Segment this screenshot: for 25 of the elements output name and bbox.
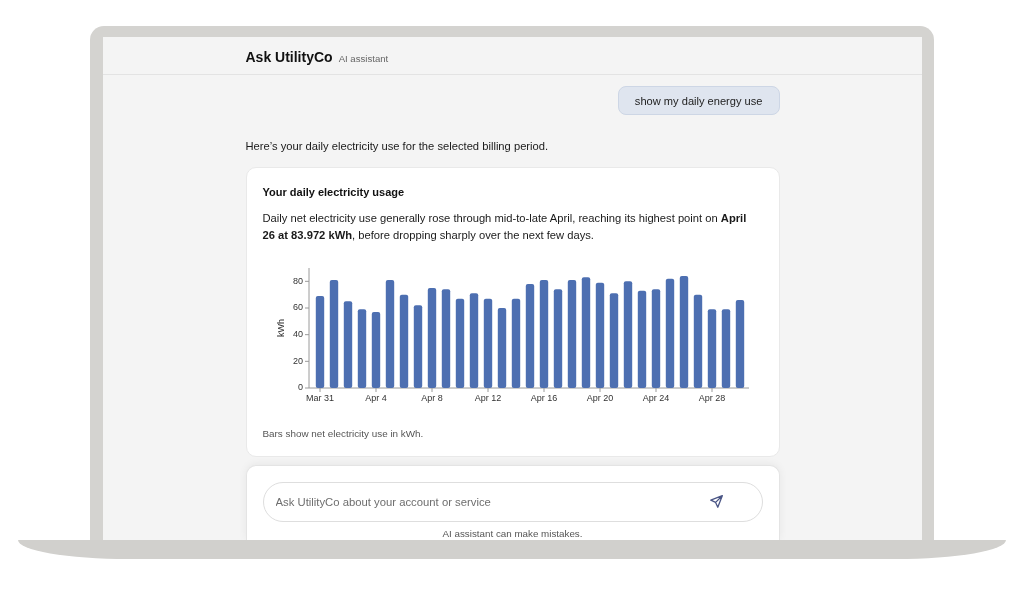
y-tick-label: 0: [297, 382, 303, 393]
y-tick-label: 20: [292, 355, 303, 366]
y-tick-label: 60: [292, 302, 303, 313]
y-axis-title: kWh: [275, 319, 286, 337]
card-title: Your daily electricity usage: [262, 185, 406, 200]
card-summary: Daily net electricity use generally rose through mid-to-late April, reaching its highest point on April 26 at 83.972 kWh, before dropping sharply over the next few days.: [262, 211, 748, 243]
send-button[interactable]: [709, 495, 723, 508]
x-tick-label: Apr 28: [698, 393, 725, 404]
y-tick-label: 40: [292, 329, 303, 340]
x-tick-label: Apr 8: [420, 393, 443, 404]
user-message: show my daily energy use: [617, 86, 780, 115]
x-tick-label: Apr 4: [364, 393, 387, 404]
x-tick-label: Apr 24: [642, 393, 669, 404]
x-tick-label: Mar 31: [305, 393, 334, 404]
send-icon: [709, 495, 723, 508]
message-input[interactable]: Ask UtilityCo about your account or service: [262, 482, 763, 522]
app-title: Ask UtilityCo: [245, 48, 333, 65]
app-subtitle: AI assistant: [338, 52, 389, 64]
x-tick-label: Apr 20: [586, 393, 613, 404]
disclaimer-text: AI assistant can make mistakes.: [442, 528, 583, 539]
assistant-message: Here’s your daily electricity use for the selected billing period.: [245, 139, 550, 154]
x-tick-label: Apr 12: [474, 393, 501, 404]
chart-caption: Bars show net electricity use in kWh.: [262, 427, 425, 441]
x-tick-label: Apr 16: [530, 393, 557, 404]
y-tick-label: 80: [292, 275, 303, 286]
